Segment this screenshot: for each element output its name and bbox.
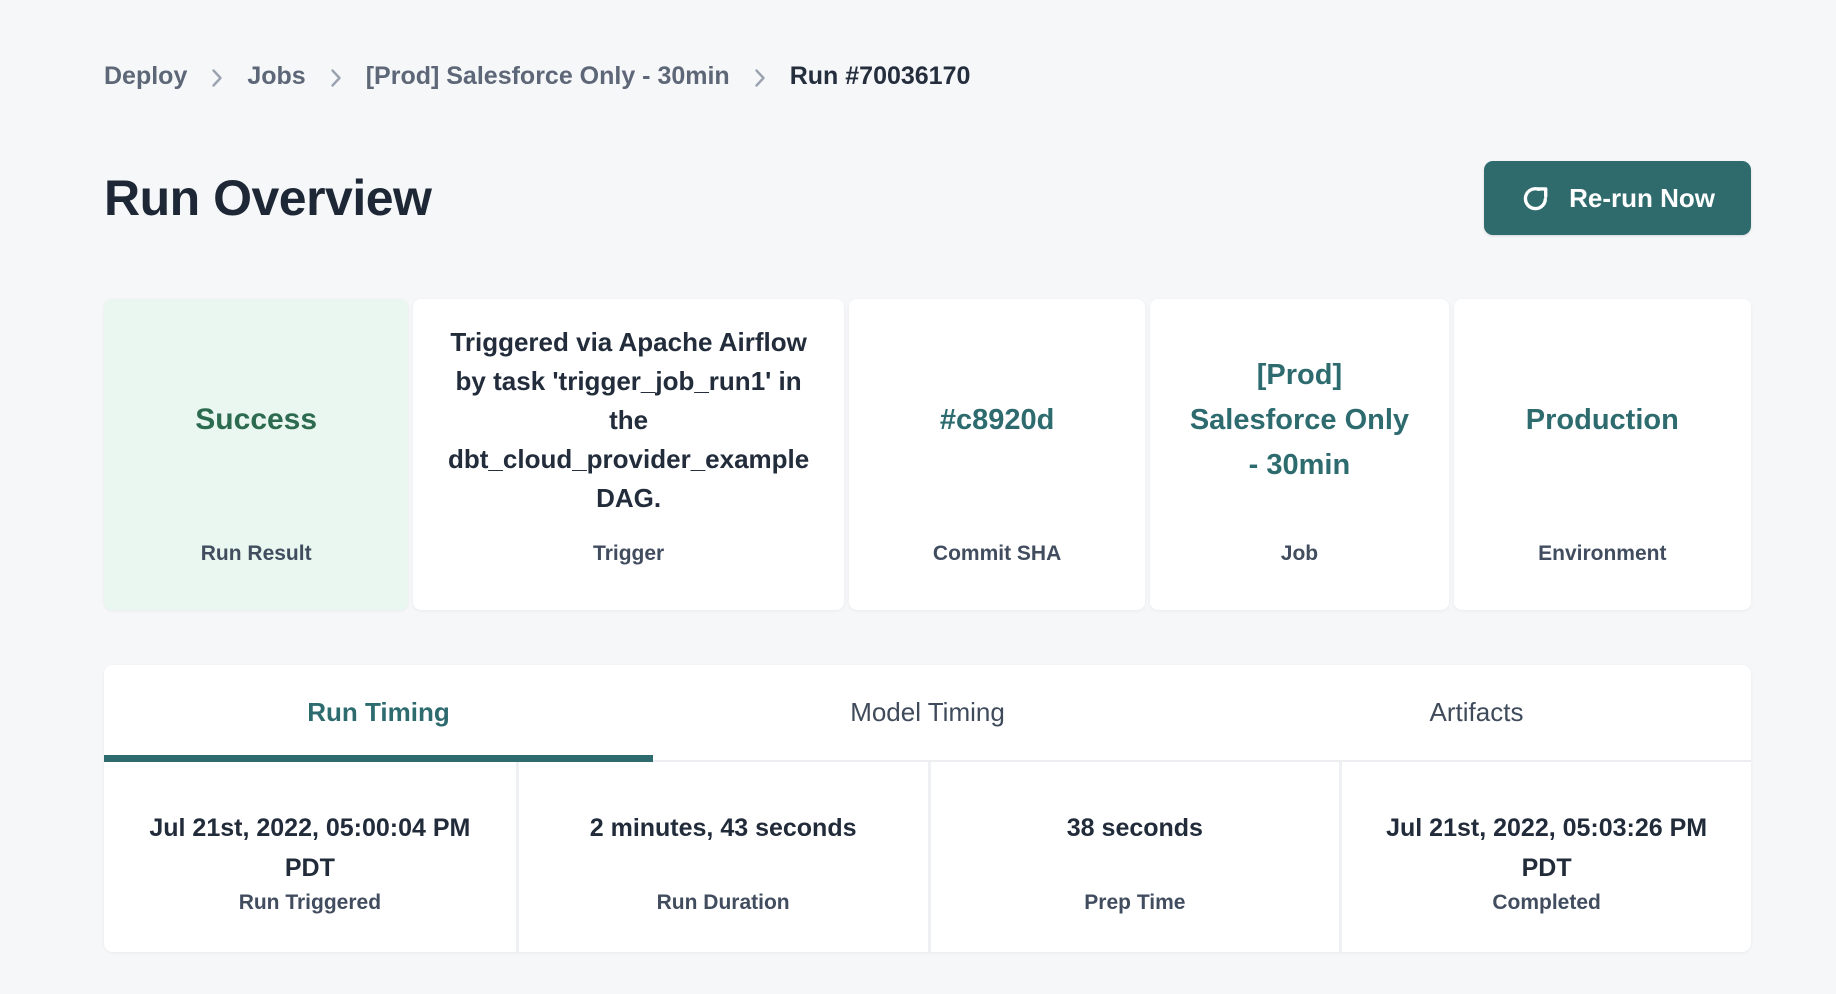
summary-card-trigger: Triggered via Apache Airflow by task 'tr… (413, 299, 844, 610)
summary-card-job: [Prod] Salesforce Only - 30min Job (1150, 299, 1448, 610)
summary-card-run-result: Success Run Result (104, 299, 408, 610)
run-triggered-value: Jul 21st, 2022, 05:00:04 PM PDT (124, 808, 496, 888)
prep-time-value: 38 seconds (951, 808, 1320, 888)
summary-card-environment: Production Environment (1454, 299, 1751, 610)
rerun-button-label: Re-run Now (1569, 183, 1715, 214)
breadcrumb-item-jobs[interactable]: Jobs (247, 62, 305, 91)
environment-link[interactable]: Production (1526, 299, 1679, 542)
timing-cell-prep-time: 38 seconds Prep Time (928, 762, 1340, 952)
tab-run-timing[interactable]: Run Timing (104, 665, 653, 760)
breadcrumb-item-deploy[interactable]: Deploy (104, 62, 187, 91)
run-result-label: Run Result (201, 542, 312, 610)
job-label: Job (1281, 542, 1318, 610)
breadcrumb-chevron-icon (211, 68, 223, 88)
summary-card-commit-sha: #c8920d Commit SHA (849, 299, 1145, 610)
run-summary-cards: Success Run Result Triggered via Apache … (104, 299, 1751, 610)
completed-value: Jul 21st, 2022, 05:03:26 PM PDT (1362, 808, 1731, 888)
tab-artifacts[interactable]: Artifacts (1202, 665, 1751, 760)
header-row: Run Overview Re-run Now (104, 161, 1751, 235)
trigger-label: Trigger (593, 542, 664, 610)
rerun-now-button[interactable]: Re-run Now (1484, 161, 1751, 235)
page-title: Run Overview (104, 169, 431, 227)
trigger-value: Triggered via Apache Airflow by task 'tr… (448, 299, 809, 542)
breadcrumb: Deploy Jobs [Prod] Salesforce Only - 30m… (104, 62, 1751, 91)
tab-model-timing[interactable]: Model Timing (653, 665, 1202, 760)
completed-label: Completed (1362, 891, 1731, 915)
timing-cell-run-triggered: Jul 21st, 2022, 05:00:04 PM PDT Run Trig… (104, 762, 516, 952)
timing-cell-run-duration: 2 minutes, 43 seconds Run Duration (516, 762, 928, 952)
rerun-icon (1520, 183, 1551, 214)
breadcrumb-chevron-icon (330, 68, 342, 88)
run-duration-label: Run Duration (539, 891, 908, 915)
run-result-value: Success (195, 299, 317, 542)
environment-label: Environment (1538, 542, 1666, 610)
tab-bar: Run Timing Model Timing Artifacts (104, 665, 1751, 762)
commit-sha-link[interactable]: #c8920d (940, 299, 1055, 542)
run-overview-page: Deploy Jobs [Prod] Salesforce Only - 30m… (0, 0, 1836, 952)
run-timing-row: Jul 21st, 2022, 05:00:04 PM PDT Run Trig… (104, 762, 1751, 952)
breadcrumb-item-run-number: Run #70036170 (790, 62, 971, 91)
commit-sha-label: Commit SHA (933, 542, 1061, 610)
breadcrumb-item-job-name[interactable]: [Prod] Salesforce Only - 30min (366, 62, 730, 91)
job-link[interactable]: [Prod] Salesforce Only - 30min (1190, 299, 1409, 542)
run-triggered-label: Run Triggered (124, 891, 496, 915)
timing-cell-completed: Jul 21st, 2022, 05:03:26 PM PDT Complete… (1339, 762, 1751, 952)
run-duration-value: 2 minutes, 43 seconds (539, 808, 908, 888)
prep-time-label: Prep Time (951, 891, 1320, 915)
run-details-panel: Run Timing Model Timing Artifacts Jul 21… (104, 665, 1751, 952)
breadcrumb-chevron-icon (754, 68, 766, 88)
